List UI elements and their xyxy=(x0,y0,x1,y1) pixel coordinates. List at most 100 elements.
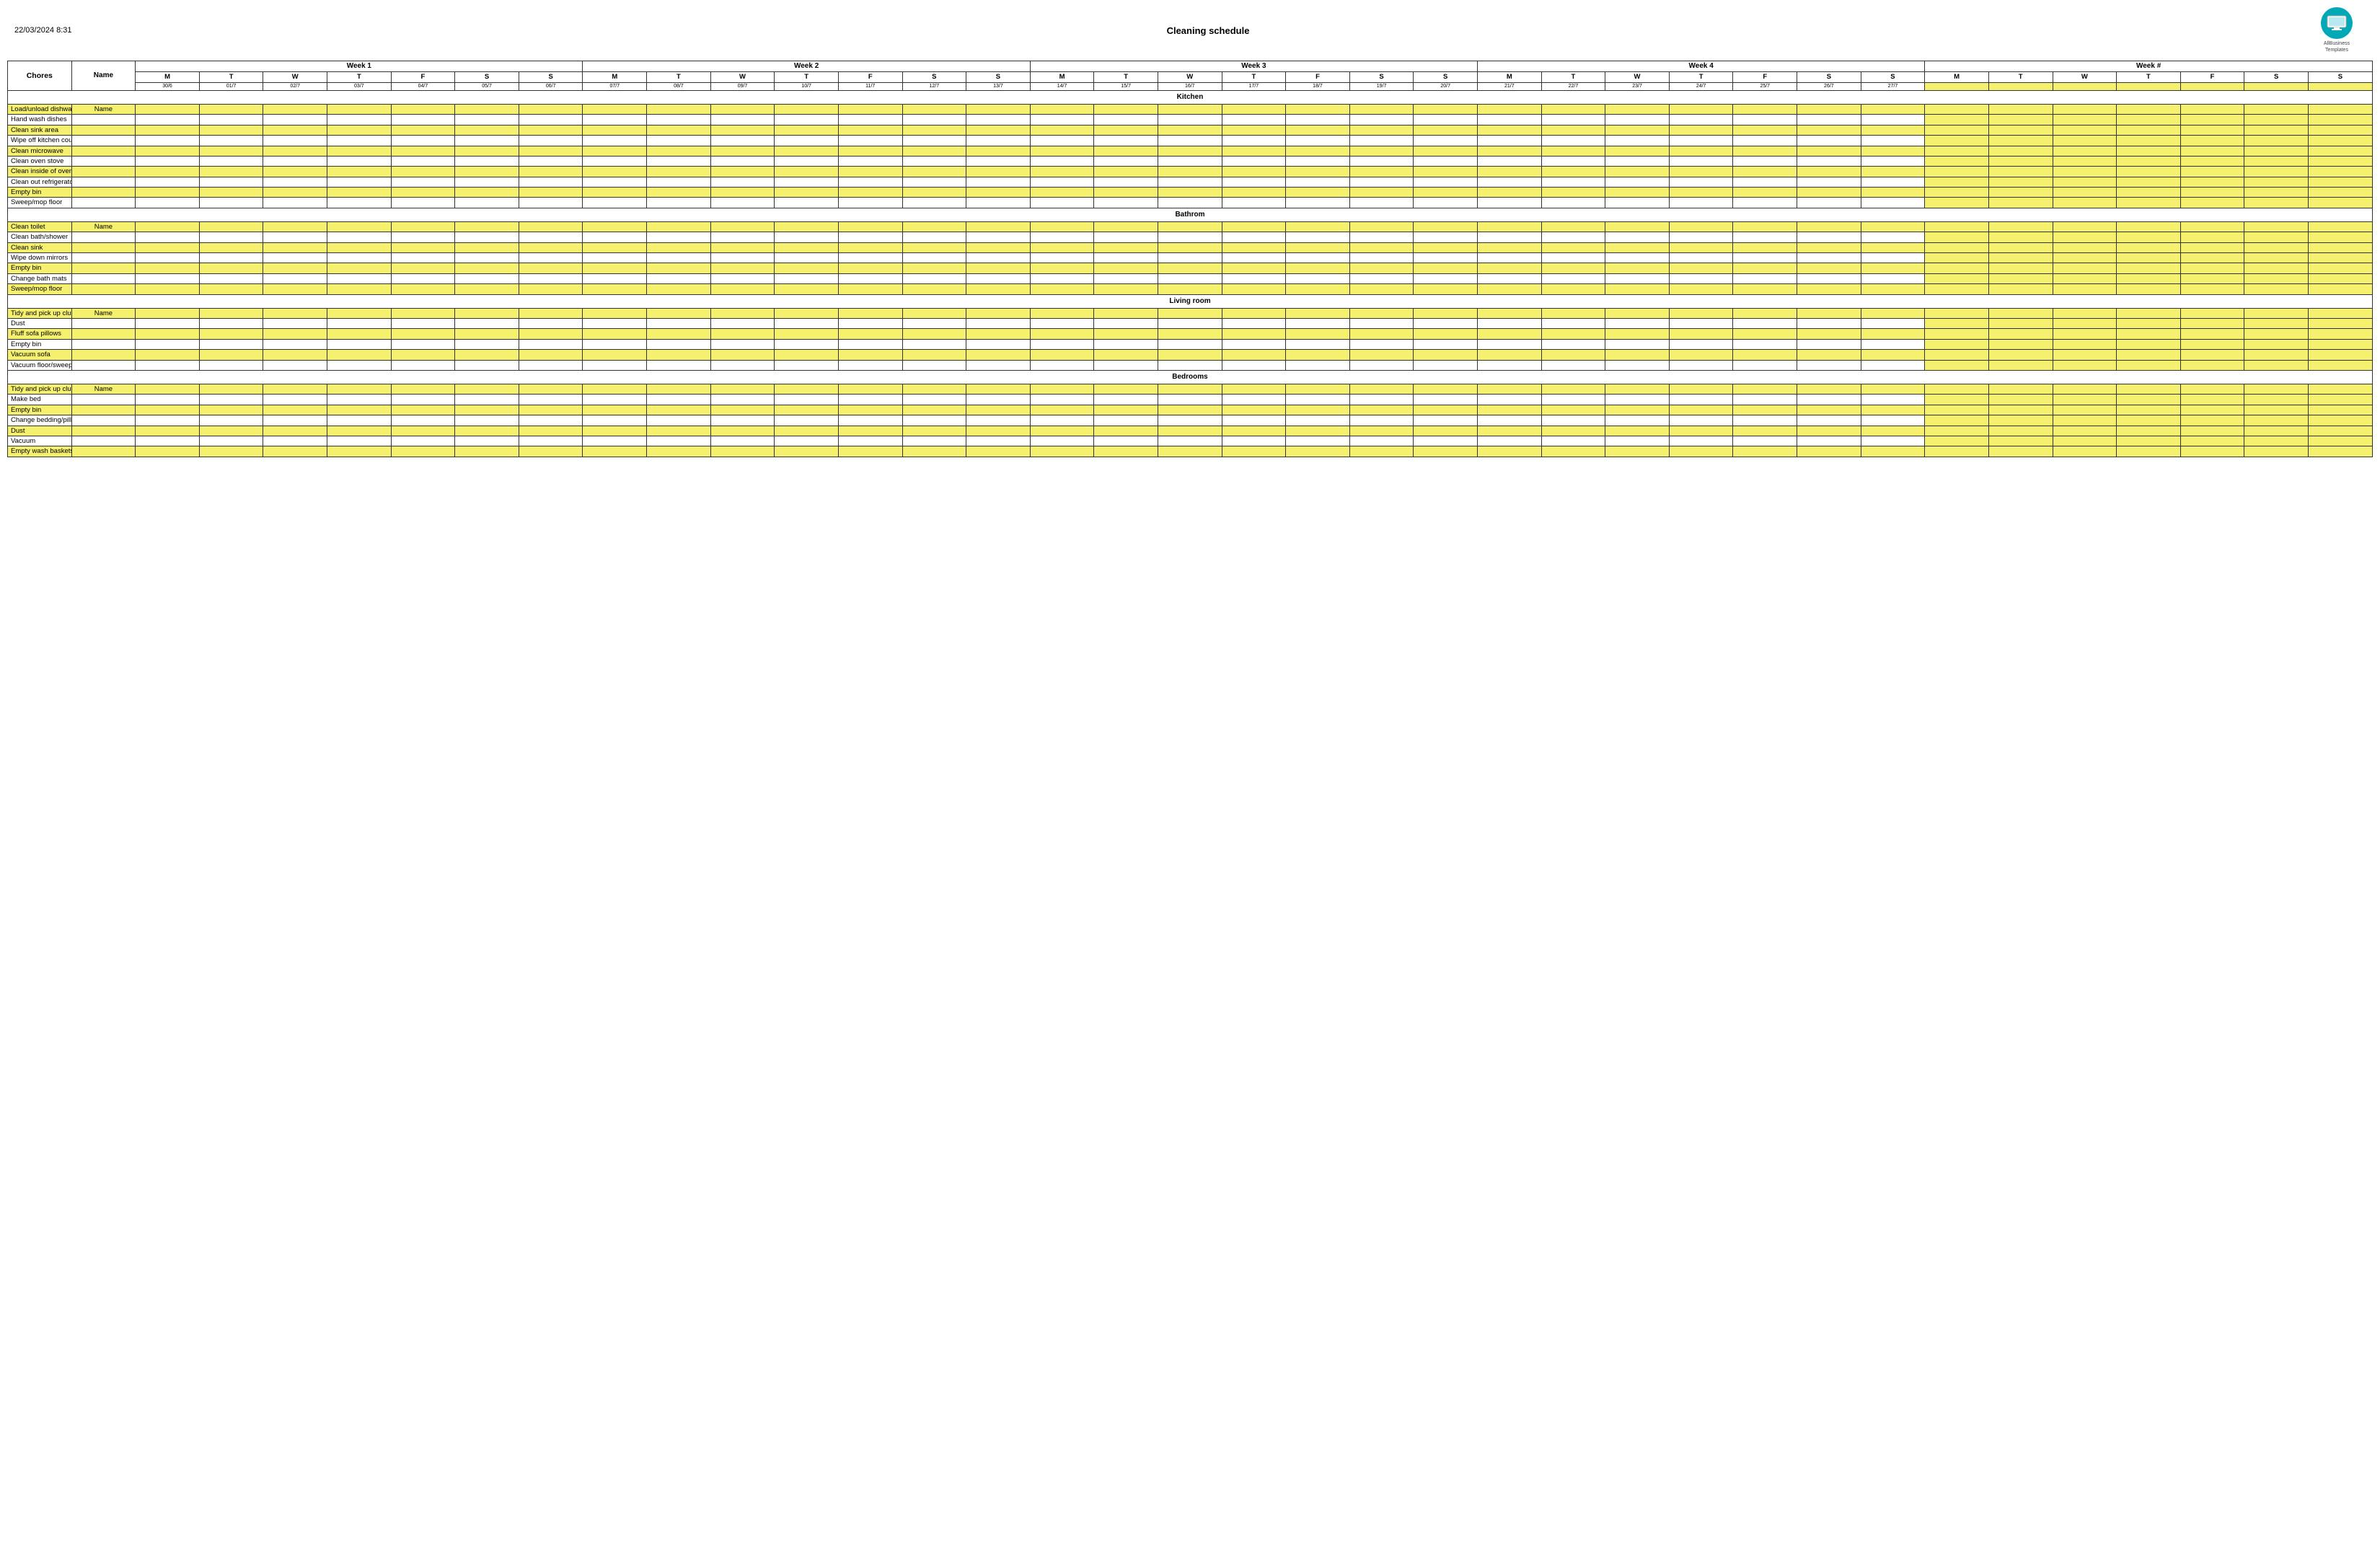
day-cell[interactable] xyxy=(1158,446,1222,457)
day-cell[interactable] xyxy=(263,436,327,446)
day-cell[interactable] xyxy=(710,436,775,446)
day-cell[interactable] xyxy=(1158,177,1222,187)
day-cell[interactable] xyxy=(2308,384,2372,394)
day-cell[interactable] xyxy=(1478,350,1542,360)
day-cell[interactable] xyxy=(1094,104,1158,114)
day-cell[interactable] xyxy=(455,308,519,318)
day-cell[interactable] xyxy=(1158,221,1222,232)
day-cell[interactable] xyxy=(1988,167,2053,177)
day-cell[interactable] xyxy=(1605,104,1670,114)
day-cell[interactable] xyxy=(1478,426,1542,436)
day-cell[interactable] xyxy=(966,104,1031,114)
day-cell[interactable] xyxy=(966,253,1031,263)
day-cell[interactable] xyxy=(1478,104,1542,114)
day-cell[interactable] xyxy=(1605,284,1670,294)
day-cell[interactable] xyxy=(583,415,647,426)
day-cell[interactable] xyxy=(1030,446,1094,457)
day-cell[interactable] xyxy=(583,339,647,349)
day-cell[interactable] xyxy=(1861,177,1925,187)
day-cell[interactable] xyxy=(455,177,519,187)
day-cell[interactable] xyxy=(2308,360,2372,370)
day-cell[interactable] xyxy=(391,188,455,198)
day-cell[interactable] xyxy=(966,167,1031,177)
day-cell[interactable] xyxy=(136,125,200,135)
day-cell[interactable] xyxy=(2180,198,2244,208)
day-cell[interactable] xyxy=(775,426,839,436)
day-cell[interactable] xyxy=(583,446,647,457)
day-cell[interactable] xyxy=(2053,232,2117,242)
day-cell[interactable] xyxy=(1541,253,1605,263)
day-cell[interactable] xyxy=(838,221,902,232)
day-cell[interactable] xyxy=(1094,446,1158,457)
day-cell[interactable] xyxy=(1541,446,1605,457)
day-cell[interactable] xyxy=(1286,242,1350,252)
day-cell[interactable] xyxy=(263,263,327,273)
day-cell[interactable] xyxy=(1733,242,1797,252)
day-cell[interactable] xyxy=(1861,242,1925,252)
day-cell[interactable] xyxy=(1286,115,1350,125)
day-cell[interactable] xyxy=(263,350,327,360)
day-cell[interactable] xyxy=(1414,146,1478,156)
day-cell[interactable] xyxy=(1094,436,1158,446)
day-cell[interactable] xyxy=(1669,242,1733,252)
day-cell[interactable] xyxy=(1222,384,1286,394)
day-cell[interactable] xyxy=(1414,426,1478,436)
day-cell[interactable] xyxy=(1797,156,1861,166)
day-cell[interactable] xyxy=(902,436,966,446)
day-cell[interactable] xyxy=(1414,136,1478,146)
day-cell[interactable] xyxy=(327,136,392,146)
day-cell[interactable] xyxy=(2180,146,2244,156)
day-cell[interactable] xyxy=(647,319,711,329)
day-cell[interactable] xyxy=(1541,329,1605,339)
day-cell[interactable] xyxy=(647,436,711,446)
day-cell[interactable] xyxy=(1349,360,1414,370)
day-cell[interactable] xyxy=(1669,198,1733,208)
day-cell[interactable] xyxy=(1094,146,1158,156)
day-cell[interactable] xyxy=(519,319,583,329)
day-cell[interactable] xyxy=(1414,263,1478,273)
day-cell[interactable] xyxy=(1222,146,1286,156)
day-cell[interactable] xyxy=(1605,188,1670,198)
day-cell[interactable] xyxy=(1094,167,1158,177)
day-cell[interactable] xyxy=(1861,156,1925,166)
day-cell[interactable] xyxy=(710,384,775,394)
day-cell[interactable] xyxy=(1733,146,1797,156)
day-cell[interactable] xyxy=(263,198,327,208)
day-cell[interactable] xyxy=(1222,350,1286,360)
day-cell[interactable] xyxy=(1158,395,1222,405)
day-cell[interactable] xyxy=(391,329,455,339)
day-cell[interactable] xyxy=(519,156,583,166)
day-cell[interactable] xyxy=(2180,125,2244,135)
day-cell[interactable] xyxy=(1286,308,1350,318)
day-cell[interactable] xyxy=(838,360,902,370)
day-cell[interactable] xyxy=(327,242,392,252)
day-cell[interactable] xyxy=(583,221,647,232)
day-cell[interactable] xyxy=(327,329,392,339)
day-cell[interactable] xyxy=(2308,115,2372,125)
day-cell[interactable] xyxy=(1222,263,1286,273)
day-cell[interactable] xyxy=(838,405,902,415)
day-cell[interactable] xyxy=(1797,136,1861,146)
day-cell[interactable] xyxy=(1925,415,1989,426)
day-cell[interactable] xyxy=(1541,436,1605,446)
day-cell[interactable] xyxy=(1286,395,1350,405)
day-cell[interactable] xyxy=(647,177,711,187)
day-cell[interactable] xyxy=(519,339,583,349)
day-cell[interactable] xyxy=(1861,136,1925,146)
day-cell[interactable] xyxy=(710,198,775,208)
day-cell[interactable] xyxy=(1286,436,1350,446)
day-cell[interactable] xyxy=(2244,167,2309,177)
day-cell[interactable] xyxy=(1605,329,1670,339)
day-cell[interactable] xyxy=(263,329,327,339)
day-cell[interactable] xyxy=(647,273,711,283)
day-cell[interactable] xyxy=(1925,329,1989,339)
day-cell[interactable] xyxy=(2308,284,2372,294)
day-cell[interactable] xyxy=(1797,436,1861,446)
day-cell[interactable] xyxy=(1158,167,1222,177)
day-cell[interactable] xyxy=(1733,156,1797,166)
day-cell[interactable] xyxy=(2244,319,2309,329)
day-cell[interactable] xyxy=(775,273,839,283)
day-cell[interactable] xyxy=(1988,395,2053,405)
day-cell[interactable] xyxy=(2308,329,2372,339)
day-cell[interactable] xyxy=(1094,136,1158,146)
